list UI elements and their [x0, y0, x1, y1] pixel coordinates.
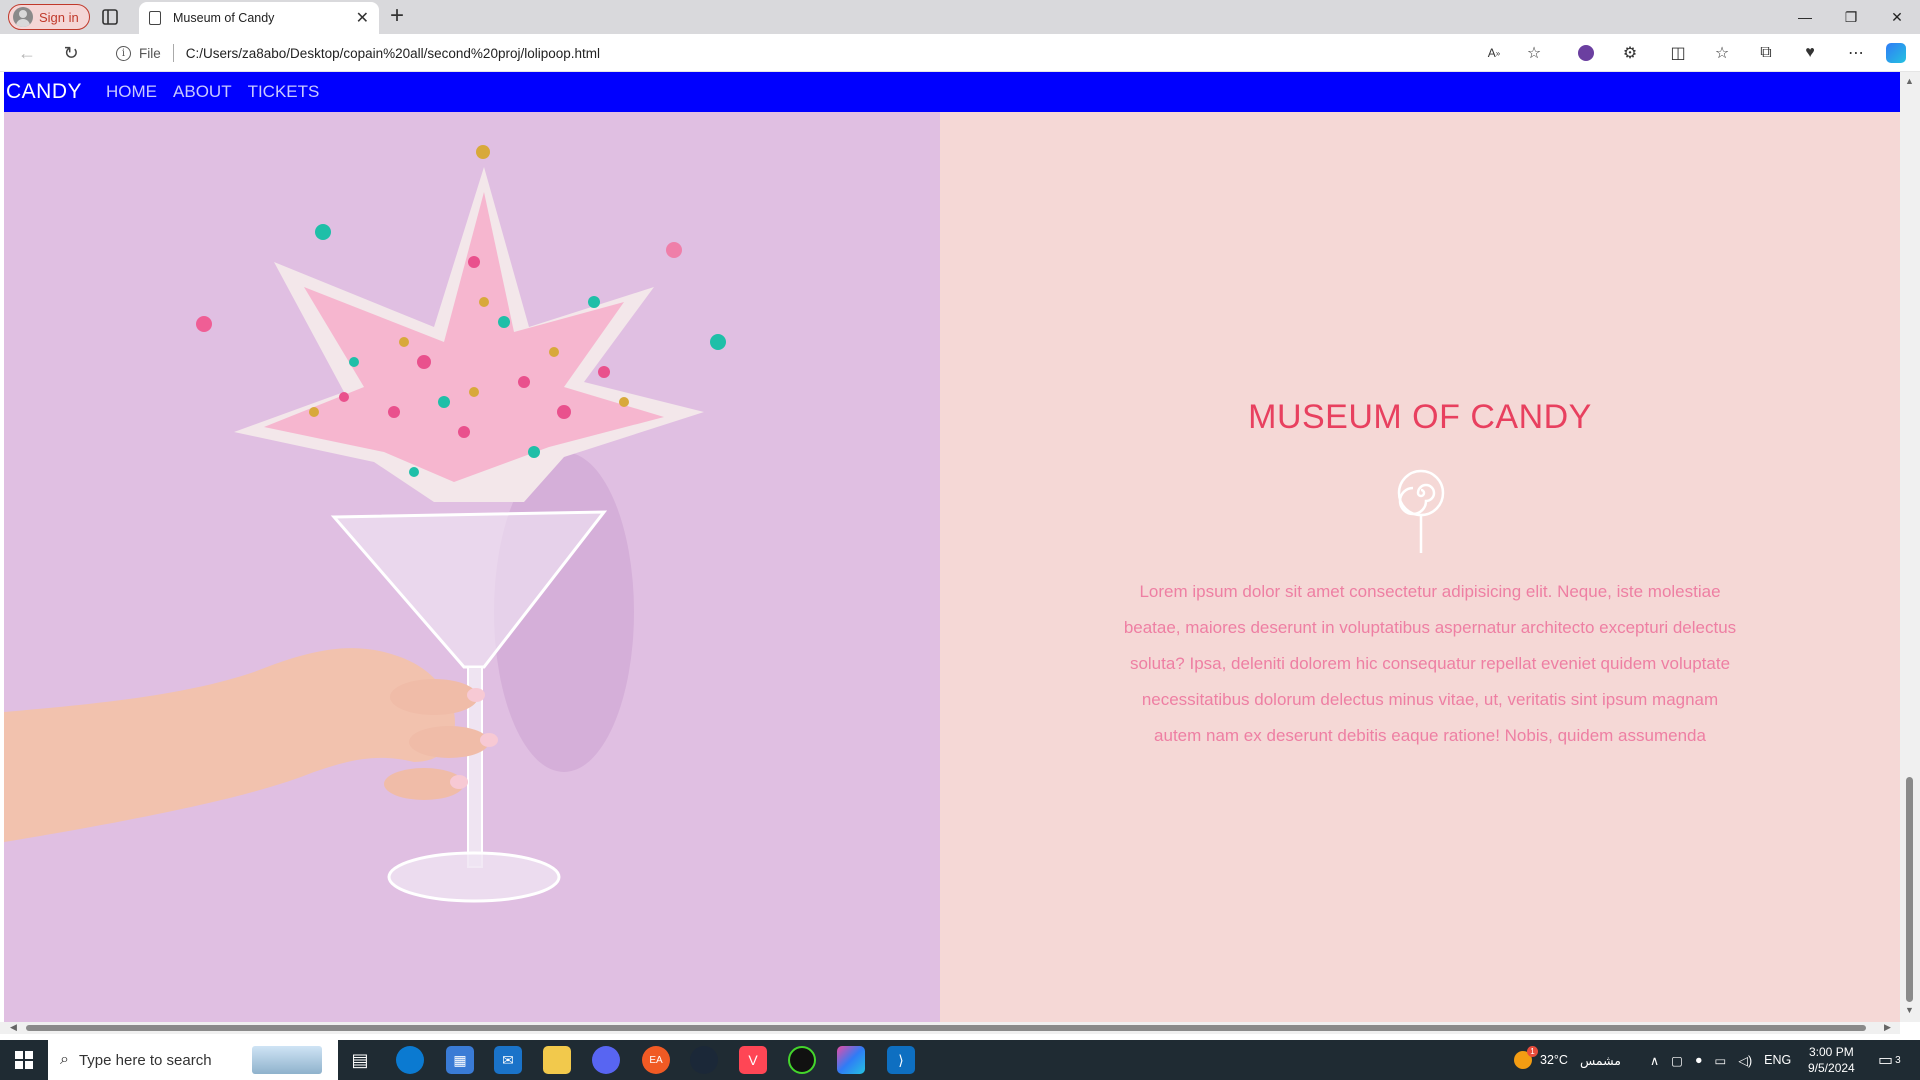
favorites-icon[interactable]: ☆ — [1712, 43, 1732, 63]
file-scheme-label: File — [139, 45, 161, 61]
page-document-icon — [149, 11, 161, 25]
mail-icon[interactable]: ✉ — [494, 1046, 522, 1074]
volume-icon[interactable]: ◁) — [1738, 1053, 1752, 1068]
nav-link-about[interactable]: ABOUT — [173, 82, 232, 102]
pink-candy-ball — [666, 242, 682, 258]
network-icon[interactable]: ▭ — [1715, 1053, 1727, 1068]
browser-titlebar: Sign in Museum of Candy ✕ + — ❐ ✕ — [0, 0, 1920, 34]
read-aloud-icon[interactable]: A» — [1484, 43, 1504, 63]
site-navbar: CANDY HOME ABOUT TICKETS — [4, 72, 1900, 112]
weather-description: مشمس — [1579, 1053, 1621, 1068]
vertical-scroll-thumb[interactable] — [1906, 777, 1913, 1002]
close-tab-icon[interactable]: ✕ — [356, 8, 369, 28]
address-separator — [172, 44, 174, 62]
split-screen-icon[interactable]: ◫ — [1668, 43, 1688, 63]
clock-date: 9/5/2024 — [1808, 1061, 1855, 1075]
hero-description: Lorem ipsum dolor sit amet consectetur a… — [1123, 582, 1737, 745]
weather-sun-icon: 1 — [1514, 1046, 1538, 1069]
horizontal-scrollbar[interactable]: ◀ ▶ — [0, 1022, 1900, 1034]
windows-logo-icon — [15, 1051, 33, 1069]
minimize-button[interactable]: — — [1782, 0, 1828, 34]
notification-center-icon[interactable]: ▭ 3 — [1878, 1040, 1901, 1080]
tab-actions-icon[interactable] — [100, 7, 120, 27]
razer-icon[interactable] — [788, 1046, 816, 1074]
site-info-icon[interactable]: i — [116, 45, 131, 61]
copilot-icon[interactable] — [1886, 43, 1906, 63]
hand-holding-glass — [4, 648, 498, 842]
valorant-icon[interactable]: V — [739, 1046, 767, 1074]
back-arrow-icon[interactable]: ← — [16, 42, 38, 64]
gold-candy-ball — [476, 145, 490, 159]
nav-link-tickets[interactable]: TICKETS — [248, 82, 320, 102]
new-tab-button[interactable]: + — [390, 4, 404, 28]
sign-in-button[interactable]: Sign in — [8, 4, 90, 30]
browser-tab[interactable]: Museum of Candy ✕ — [139, 2, 379, 34]
horizontal-scroll-thumb[interactable] — [26, 1025, 1866, 1031]
profile-avatar-icon — [13, 7, 33, 27]
pink-candy-ball — [196, 316, 212, 332]
collections-icon[interactable]: ⧉ — [1756, 43, 1776, 63]
site-brand[interactable]: CANDY — [6, 80, 82, 104]
steam-icon[interactable] — [690, 1046, 718, 1074]
system-tray-icons: ∧ ▢ ● ▭ ◁) ENG — [1650, 1040, 1791, 1080]
vscode-icon[interactable]: ⟩ — [887, 1046, 915, 1074]
hero-image — [4, 112, 940, 1022]
hero-content: MUSEUM OF CANDY Lorem ipsum dolor sit am… — [940, 112, 1900, 1022]
teal-candy-ball — [710, 334, 726, 350]
sign-in-label: Sign in — [39, 9, 79, 25]
extensions-puzzle-icon[interactable]: ⚙ — [1620, 43, 1640, 63]
notification-count: 3 — [1895, 1054, 1901, 1066]
vertical-scrollbar[interactable]: ▲ ▼ — [1900, 72, 1920, 1022]
weather-temperature: 32°C — [1540, 1053, 1568, 1067]
tab-title: Museum of Candy — [173, 11, 275, 25]
refresh-icon[interactable]: ↻ — [60, 42, 82, 64]
weather-widget[interactable]: 1 32°C مشمس — [1514, 1040, 1621, 1080]
nav-link-home[interactable]: HOME — [106, 82, 157, 102]
scroll-up-arrow-icon[interactable]: ▲ — [1905, 76, 1914, 86]
scroll-down-arrow-icon[interactable]: ▼ — [1905, 1005, 1914, 1015]
restore-button[interactable]: ❐ — [1828, 0, 1874, 34]
taskbar-search-box[interactable]: ⌕ Type here to search — [48, 1040, 338, 1080]
show-hidden-icons-icon[interactable]: ∧ — [1650, 1053, 1659, 1068]
microphone-icon[interactable]: ● — [1695, 1053, 1703, 1067]
close-window-button[interactable]: ✕ — [1874, 0, 1920, 34]
teal-candy-ball — [315, 224, 331, 240]
candy-cocktail-illustration — [4, 145, 726, 903]
web-page: CANDY HOME ABOUT TICKETS MUSEUM OF CANDY… — [0, 72, 1920, 1034]
meet-now-icon[interactable]: ▢ — [1671, 1053, 1683, 1068]
scroll-left-arrow-icon[interactable]: ◀ — [10, 1022, 17, 1033]
file-explorer-icon[interactable] — [543, 1046, 571, 1074]
edge-icon[interactable] — [396, 1046, 424, 1074]
scroll-right-arrow-icon[interactable]: ▶ — [1884, 1022, 1891, 1033]
more-options-icon[interactable]: ⋯ — [1846, 43, 1866, 63]
task-view-icon[interactable]: ▤ — [346, 1046, 374, 1074]
address-bar[interactable]: i File C:/Users/za8abo/Desktop/copain%20… — [100, 38, 1560, 68]
ea-icon[interactable]: EA — [642, 1046, 670, 1074]
store-icon[interactable]: ▦ — [446, 1046, 474, 1074]
browser-essentials-icon[interactable]: ♥ — [1800, 43, 1820, 63]
search-icon: ⌕ — [60, 1051, 69, 1068]
windows-taskbar: ⌕ Type here to search ▤ ▦ ✉ EA V ⟩ 1 32°… — [0, 1040, 1920, 1080]
discord-icon[interactable] — [592, 1046, 620, 1074]
favorite-star-icon[interactable]: ☆ — [1524, 43, 1544, 63]
clock[interactable]: 3:00 PM 9/5/2024 — [1808, 1040, 1855, 1080]
lollipop-icon — [1397, 469, 1445, 553]
start-button[interactable] — [0, 1040, 48, 1080]
copilot-app-icon[interactable] — [837, 1046, 865, 1074]
extension-profile-icon[interactable] — [1576, 43, 1596, 63]
input-language[interactable]: ENG — [1764, 1053, 1791, 1067]
weather-badge: 1 — [1527, 1046, 1538, 1057]
hero-title: MUSEUM OF CANDY — [1248, 398, 1592, 436]
search-highlight-illustration — [251, 1046, 322, 1074]
address-toolbar: ← ↻ i File C:/Users/za8abo/Desktop/copai… — [0, 34, 1920, 72]
clock-time: 3:00 PM — [1809, 1045, 1854, 1059]
search-placeholder: Type here to search — [78, 1051, 212, 1069]
url-text[interactable]: C:/Users/za8abo/Desktop/copain%20all/sec… — [186, 46, 600, 61]
sprinkle-burst — [234, 167, 704, 502]
